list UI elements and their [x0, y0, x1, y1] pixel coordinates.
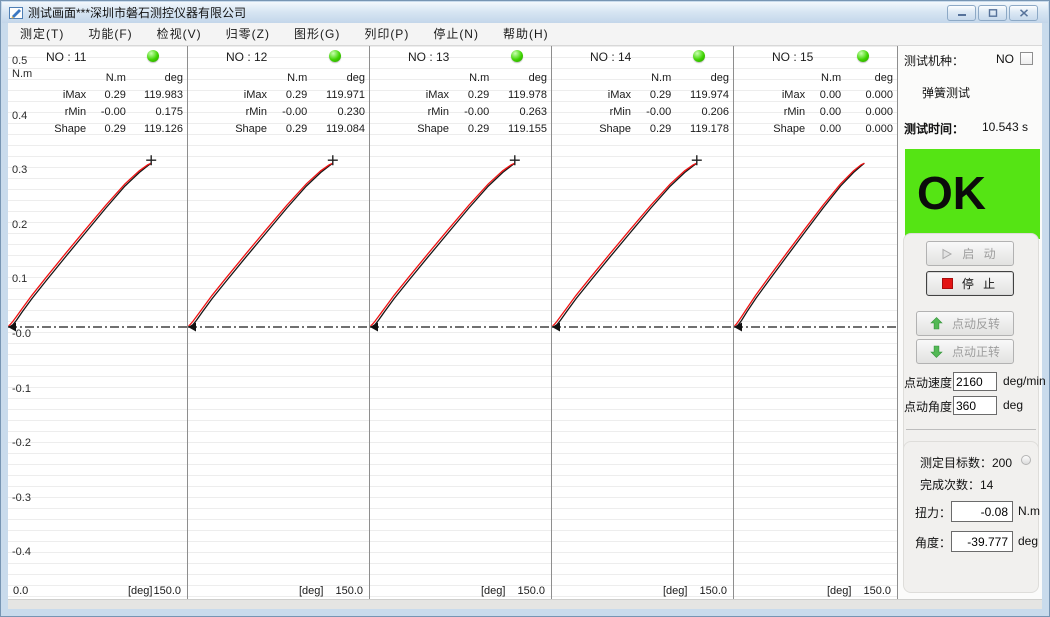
angle-unit: deg [1018, 534, 1038, 548]
jog-angle-unit: deg [1003, 398, 1023, 412]
machine-type-label: 测试机种： [904, 54, 964, 68]
menu-zero[interactable]: 归零(Z) [214, 23, 282, 46]
app-window: 测试画面***深圳市磐石测控仪器有限公司 测定(T) 功能(F) 检视(V) 归… [0, 0, 1050, 617]
torque-angle-curve [552, 46, 733, 601]
jog-angle-label: 点动角度 [904, 400, 952, 414]
test-time-value: 10.543 s [982, 120, 1028, 134]
result-text: OK [905, 149, 1040, 237]
machine-name: 弹簧测试 [922, 84, 1038, 100]
sidebar-divider [906, 429, 1036, 430]
arrow-up-icon [930, 317, 943, 330]
test-panel-13: NO : 13 N.mdeg iMax0.29119.978 rMin-0.00… [369, 46, 551, 601]
machine-type-value: NO [996, 52, 1014, 66]
torque-label: 扭力： [915, 506, 951, 520]
menu-function[interactable]: 功能(F) [76, 23, 144, 46]
maximize-button[interactable] [978, 5, 1007, 21]
torque-unit: N.m [1018, 504, 1040, 518]
chart-region: 0.50.40.30.20.1-0.0-0.1-0.2-0.3-0.4N.m N… [8, 46, 897, 601]
result-box: OK [905, 149, 1040, 239]
x-axis-label: [deg]150.0 [299, 585, 363, 597]
jog-speed-unit: deg/min [1003, 374, 1046, 388]
jog-angle-input[interactable] [953, 396, 997, 415]
menu-stop[interactable]: 停止(N) [421, 23, 491, 46]
jog-reverse-button[interactable]: 点动反转 [916, 311, 1014, 336]
app-icon [9, 6, 23, 20]
main-area: 0.50.40.30.20.1-0.0-0.1-0.2-0.3-0.4N.m N… [8, 46, 1042, 609]
play-icon [941, 248, 953, 260]
torque-angle-curve [734, 46, 897, 601]
menu-graph[interactable]: 图形(G) [282, 23, 352, 46]
control-sidebar: 测试机种： NO 弹簧测试 测试时间： 10.543 s OK 启 动 停 止 [897, 46, 1042, 601]
minimize-button[interactable] [947, 5, 976, 21]
torque-angle-curve [8, 46, 187, 601]
angle-label: 角度： [915, 536, 951, 550]
test-panel-15: NO : 15 N.mdeg iMax0.000.000 rMin0.000.0… [733, 46, 897, 601]
menu-measure[interactable]: 测定(T) [8, 23, 76, 46]
status-strip [8, 599, 1042, 609]
angle-value[interactable] [951, 531, 1013, 552]
done-count: 完成次数：14 [920, 476, 1038, 492]
arrow-down-icon [930, 345, 943, 358]
test-panel-12: NO : 12 N.mdeg iMax0.29119.971 rMin-0.00… [187, 46, 369, 601]
stop-icon [942, 278, 953, 289]
minimize-icon [957, 9, 967, 17]
stop-button[interactable]: 停 止 [926, 271, 1014, 296]
x-axis-label: [deg]150.0 [481, 585, 545, 597]
jog-speed-label: 点动速度 [904, 376, 952, 390]
title-bar[interactable]: 测试画面***深圳市磐石测控仪器有限公司 [2, 2, 1048, 23]
maximize-icon [988, 9, 998, 17]
target-count: 测定目标数：200 [920, 456, 1012, 470]
menu-bar: 测定(T) 功能(F) 检视(V) 归零(Z) 图形(G) 列印(P) 停止(N… [8, 23, 1042, 46]
start-button[interactable]: 启 动 [926, 241, 1014, 266]
x-axis-label: [deg]150.0 [663, 585, 727, 597]
close-icon [1019, 9, 1029, 17]
x-origin-label: 0.0 [13, 585, 28, 597]
test-panel-11: NO : 11 N.mdeg iMax0.29119.983 rMin-0.00… [8, 46, 187, 601]
menu-help[interactable]: 帮助(H) [491, 23, 561, 46]
test-time-label: 测试时间： [904, 122, 964, 136]
jog-speed-input[interactable] [953, 372, 997, 391]
machine-type-checkbox[interactable] [1020, 52, 1033, 65]
menu-print[interactable]: 列印(P) [352, 23, 421, 46]
menu-view[interactable]: 检视(V) [145, 23, 214, 46]
x-axis-label: [deg]150.0 [128, 585, 181, 597]
x-axis-label: [deg]150.0 [827, 585, 891, 597]
torque-value[interactable] [951, 501, 1013, 522]
torque-angle-curve [188, 46, 369, 601]
jog-forward-button[interactable]: 点动正转 [916, 339, 1014, 364]
radio-indicator-icon[interactable] [1021, 455, 1031, 465]
close-button[interactable] [1009, 5, 1038, 21]
torque-angle-curve [370, 46, 551, 601]
window-title: 测试画面***深圳市磐石测控仪器有限公司 [28, 4, 246, 21]
test-panel-14: NO : 14 N.mdeg iMax0.29119.974 rMin-0.00… [551, 46, 733, 601]
